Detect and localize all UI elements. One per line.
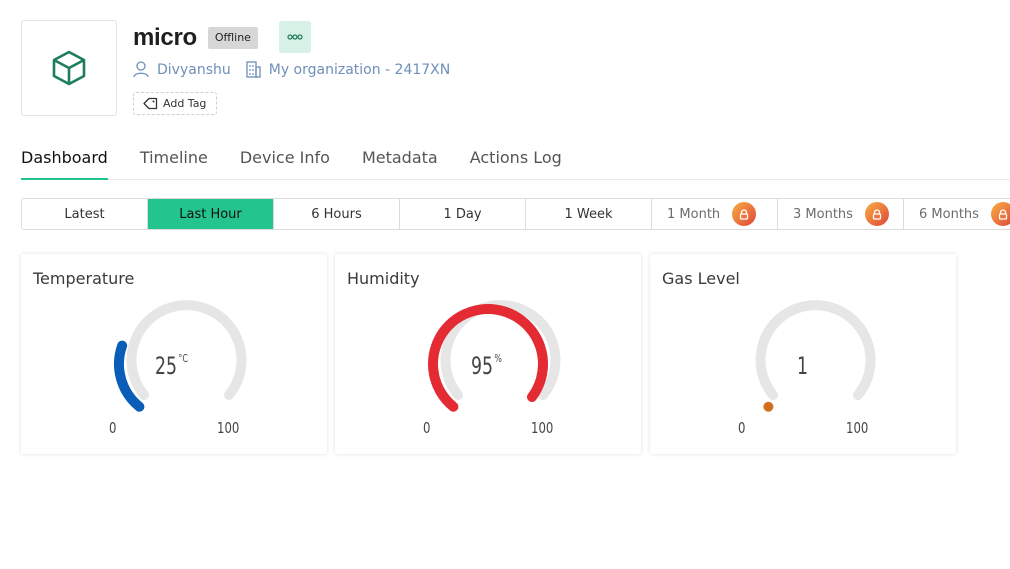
lock-icon xyxy=(990,202,1010,226)
tab-metadata[interactable]: Metadata xyxy=(362,147,438,180)
more-dots-icon xyxy=(287,34,303,40)
device-icon-tile xyxy=(21,20,117,116)
range-last-hour[interactable]: Last Hour xyxy=(148,199,274,229)
gauge-track xyxy=(755,300,876,400)
range-3-months[interactable]: 3 Months xyxy=(778,199,904,229)
tab-actions-log[interactable]: Actions Log xyxy=(470,147,562,180)
range-label: 6 Months xyxy=(919,206,979,222)
tag-icon xyxy=(143,97,158,110)
more-actions-button[interactable] xyxy=(279,21,311,53)
gauge-max: 100 xyxy=(217,419,240,437)
range-label: 3 Months xyxy=(793,206,853,222)
gauge-max: 100 xyxy=(846,419,869,437)
value-number: 95 xyxy=(471,352,493,380)
range-6-hours[interactable]: 6 Hours xyxy=(274,199,400,229)
range-latest[interactable]: Latest xyxy=(22,199,148,229)
user-icon xyxy=(133,61,149,78)
lock-icon xyxy=(864,202,889,226)
widget-temperature: Temperature 25°C 0 100 xyxy=(21,254,327,454)
device-meta: Divyanshu My organization - 2417XN xyxy=(133,61,450,78)
owner-link[interactable]: Divyanshu xyxy=(157,62,231,78)
lock-icon xyxy=(732,202,757,226)
range-1-month[interactable]: 1 Month xyxy=(652,199,778,229)
status-badge: Offline xyxy=(207,27,258,49)
widget-gas-level: Gas Level 1 0 100 xyxy=(650,254,956,454)
gauge-max: 100 xyxy=(531,419,554,437)
tab-dashboard[interactable]: Dashboard xyxy=(21,147,108,180)
range-1-week[interactable]: 1 Week xyxy=(526,199,652,229)
gauge-min: 0 xyxy=(423,419,431,437)
gauge-value: 95% xyxy=(471,352,502,380)
range-label: 1 Month xyxy=(667,206,721,222)
range-6-months[interactable]: 6 Months xyxy=(904,199,1010,229)
time-range-selector: Latest Last Hour 6 Hours 1 Day 1 Week 1 … xyxy=(21,198,1010,230)
range-label: 1 Day xyxy=(443,206,482,222)
add-tag-label: Add Tag xyxy=(163,97,207,110)
range-1-day[interactable]: 1 Day xyxy=(400,199,526,229)
device-name: micro xyxy=(133,24,197,51)
tab-device-info[interactable]: Device Info xyxy=(240,147,330,180)
range-label: 6 Hours xyxy=(311,206,362,222)
gauge-value: 25°C xyxy=(155,352,188,380)
range-label: Last Hour xyxy=(179,206,242,222)
device-tabs: Dashboard Timeline Device Info Metadata … xyxy=(21,147,1010,180)
gauge-track xyxy=(126,300,247,400)
add-tag-button[interactable]: Add Tag xyxy=(133,92,217,115)
value-number: 25 xyxy=(155,352,177,380)
organization-link[interactable]: My organization - 2417XN xyxy=(269,62,451,78)
building-icon xyxy=(246,61,261,78)
title-row: micro Offline xyxy=(133,24,258,52)
gauge-min: 0 xyxy=(109,419,117,437)
cube-icon xyxy=(52,50,86,86)
widget-humidity: Humidity 95% 0 100 xyxy=(335,254,641,454)
value-number: 1 xyxy=(797,352,809,380)
range-label: Latest xyxy=(64,206,105,222)
value-unit: °C xyxy=(178,352,188,365)
value-unit: % xyxy=(494,352,502,365)
gauge-value: 1 xyxy=(797,352,809,380)
tab-timeline[interactable]: Timeline xyxy=(140,147,208,180)
gauge-min: 0 xyxy=(738,419,746,437)
range-label: 1 Week xyxy=(564,206,613,222)
